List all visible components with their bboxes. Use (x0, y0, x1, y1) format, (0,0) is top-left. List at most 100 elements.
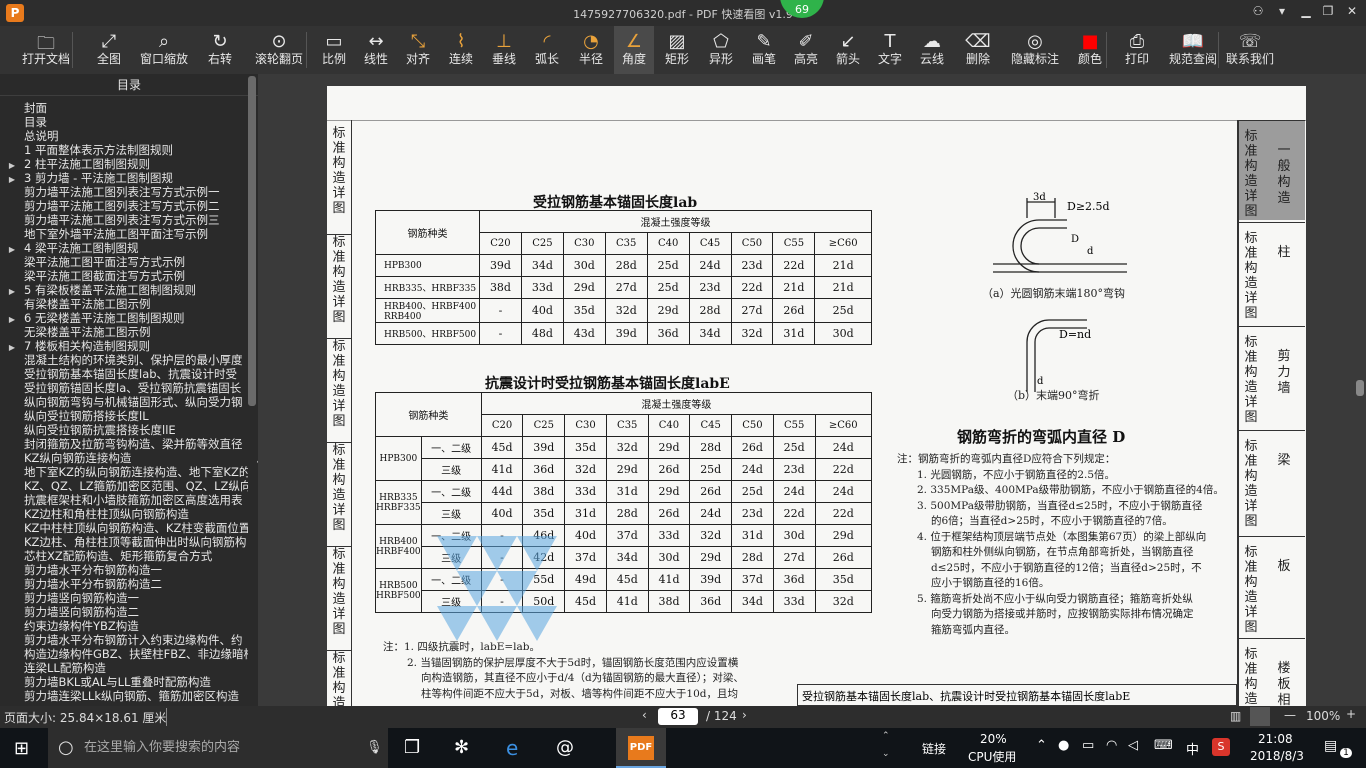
toolbar-button-15[interactable]: ✎ 画笔 (744, 26, 784, 74)
toc-item[interactable]: 芯柱XZ配筋构造、矩形箍筋复合方式 (0, 550, 248, 564)
user-icon[interactable]: ⚇ (1248, 4, 1268, 18)
battery-icon[interactable]: ▭ (1082, 738, 1094, 753)
toc-item[interactable]: 剪力墙水平分布钢筋构造二 (0, 578, 248, 592)
toc-item[interactable]: 梁平法施工图平面注写方式示例 (0, 256, 248, 270)
toc-item[interactable]: KZ中柱柱顶纵向钢筋构造、KZ柱变截面位置 (0, 522, 248, 536)
toolbar-button-23[interactable]: ⎙ 打印 (1114, 26, 1160, 74)
toc-item[interactable]: 总说明 (0, 130, 248, 144)
sidebar-scrollbar[interactable] (248, 76, 256, 406)
toc-item[interactable]: 剪力墙平法施工图列表注写方式示例三 (0, 214, 248, 228)
toolbar-button-1[interactable]: ⤢ 全图 (86, 26, 132, 74)
toc-item[interactable]: 抗震框架柱和小墙肢箍筋加密区高度选用表 (0, 494, 248, 508)
expand-arrow-icon[interactable]: ▶ (0, 313, 24, 326)
toc-item[interactable]: KZ、QZ、LZ箍筋加密区范围、QZ、LZ纵向钢 (0, 480, 248, 494)
expand-arrow-icon[interactable]: ▶ (0, 341, 24, 354)
taskbar-scroll-icon[interactable]: ⌃ ⌄ (882, 732, 890, 759)
toc-item[interactable]: 剪力墙BKL或AL与LL重叠时配筋构造 (0, 676, 248, 690)
restore-button[interactable]: ❐ (1318, 4, 1338, 18)
toc-item[interactable]: 梁平法施工图截面注写方式示例 (0, 270, 248, 284)
toolbar-button-18[interactable]: T 文字 (870, 26, 910, 74)
page-number-input[interactable]: 63 (658, 708, 698, 725)
toc-item[interactable]: 剪力墙竖向钢筋构造一 (0, 592, 248, 606)
minimize-button[interactable]: ▁ (1296, 4, 1316, 18)
toolbar-button-25[interactable]: ☏ 联系我们 (1226, 26, 1274, 74)
toc-item[interactable]: 1 平面整体表示方法制图规则 (0, 144, 248, 158)
continuous-view-icon[interactable] (1250, 707, 1270, 726)
spiral-app-icon[interactable]: @ (556, 737, 574, 758)
toolbar-button-9[interactable]: ⊥ 垂线 (484, 26, 524, 74)
toolbar-button-4[interactable]: ⊙ 滚轮翻页 (246, 26, 312, 74)
toolbar-button-8[interactable]: ⌇ 连续 (440, 26, 482, 74)
toolbar-button-3[interactable]: ↻ 右转 (196, 26, 244, 74)
toc-item[interactable]: 地下室外墙平法施工图平面注写示例 (0, 228, 248, 242)
toolbar-button-19[interactable]: ☁ 云线 (912, 26, 952, 74)
toc-item[interactable]: 受拉钢筋基本锚固长度lab、抗震设计时受 (0, 368, 248, 382)
toolbar-button-11[interactable]: ◔ 半径 (570, 26, 612, 74)
toolbar-button-21[interactable]: ◎ 隐藏标注 (1004, 26, 1066, 74)
toc-item[interactable]: KZ纵向钢筋连接构造 (0, 452, 248, 466)
link-toolbar-label[interactable]: 链接 (922, 740, 946, 757)
toolbar-button-13[interactable]: ▨ 矩形 (656, 26, 698, 74)
toolbar-button-10[interactable]: ◜ 弧长 (526, 26, 568, 74)
toc-item[interactable]: 纵向受拉钢筋抗震搭接长度llE (0, 424, 248, 438)
next-page-button[interactable]: › (742, 708, 747, 722)
toc-item[interactable]: ▶ 7 楼板相关构造制图规则 (0, 340, 248, 354)
edge-browser-icon[interactable]: e (506, 736, 518, 760)
menu-dropdown-icon[interactable]: ▾ (1272, 4, 1292, 18)
toc-item[interactable]: 连梁LL配筋构造 (0, 662, 248, 676)
expand-arrow-icon[interactable]: ▶ (0, 243, 24, 256)
expand-arrow-icon[interactable]: ▶ (0, 159, 24, 172)
toc-item[interactable]: 剪力墙平法施工图列表注写方式示例一 (0, 186, 248, 200)
toc-item[interactable]: 有梁楼盖平法施工图示例 (0, 298, 248, 312)
toc-item[interactable]: 构造边缘构件GBZ、扶壁柱FBZ、非边缘暗柱 (0, 648, 248, 662)
microphone-icon[interactable]: 🎙 (366, 728, 383, 768)
toolbar-button-20[interactable]: ⌫ 删除 (954, 26, 1002, 74)
toolbar-button-12[interactable]: ∠ 角度 (614, 26, 654, 74)
volume-icon[interactable]: ◁ (1128, 738, 1138, 753)
toc-item[interactable]: 混凝土结构的环境类别、保护层的最小厚度 (0, 354, 248, 368)
toc-item[interactable]: 纵向钢筋弯钩与机械锚固形式、纵向受力钢 (0, 396, 248, 410)
toolbar-button-2[interactable]: ⌕ 窗口缩放 (134, 26, 194, 74)
toc-item[interactable]: KZ边柱和角柱柱顶纵向钢筋构造 (0, 508, 248, 522)
toc-item[interactable]: 剪力墙水平分布钢筋构造一 (0, 564, 248, 578)
wifi-icon[interactable]: ◠ (1106, 738, 1117, 753)
zoom-in-button[interactable]: + (1346, 707, 1356, 721)
toc-item[interactable]: 封闭箍筋及拉筋弯钩构造、梁并筋等效直径 (0, 438, 248, 452)
toc-item[interactable]: 受拉钢筋锚固长度la、受拉钢筋抗震锚固长 (0, 382, 248, 396)
toc-item[interactable]: ▶ 5 有梁板楼盖平法施工图制图规则 (0, 284, 248, 298)
toolbar-button-7[interactable]: ⤡ 对齐 (398, 26, 438, 74)
expand-arrow-icon[interactable]: ▶ (0, 285, 24, 298)
toc-item[interactable]: 地下室KZ的纵向钢筋连接构造、地下室KZ的 (0, 466, 248, 480)
toc-item[interactable]: ▶ 3 剪力墙 - 平法施工图制图规 (0, 172, 248, 186)
toc-item[interactable]: 剪力墙竖向钢筋构造二 (0, 606, 248, 620)
toc-item[interactable]: ▶ 2 柱平法施工图制图规则 (0, 158, 248, 172)
toc-item[interactable]: 目录 (0, 116, 248, 130)
toolbar-button-17[interactable]: ↙ 箭头 (828, 26, 868, 74)
windows-start-icon[interactable]: ⊞ (14, 738, 29, 759)
ime-indicator[interactable]: 中 (1186, 739, 1199, 758)
toolbar-button-16[interactable]: ✐ 高亮 (786, 26, 826, 74)
toolbar-button-6[interactable]: ↔ 线性 (356, 26, 396, 74)
zoom-out-button[interactable]: — (1284, 708, 1296, 722)
task-view-icon[interactable]: ❐ (404, 737, 420, 758)
pinwheel-app-icon[interactable]: ✻ (454, 737, 469, 758)
single-page-icon[interactable]: ▥ (1230, 709, 1241, 723)
keyboard-icon[interactable]: ⌨ (1154, 738, 1173, 753)
toc-item[interactable]: 封面 (0, 102, 248, 116)
toc-item[interactable]: 纵向受拉钢筋搭接长度lL (0, 410, 248, 424)
tray-user-icon[interactable]: ● (1058, 738, 1069, 753)
pdf-app-taskbar-button[interactable]: PDF (616, 728, 666, 768)
toc-item[interactable]: 剪力墙平法施工图列表注写方式示例二 (0, 200, 248, 214)
toolbar-button-24[interactable]: 📖 规范查阅 (1162, 26, 1224, 74)
toolbar-button-5[interactable]: ▭ 比例 (314, 26, 354, 74)
toc-item[interactable]: KZ边柱、角柱柱顶等截面伸出时纵向钢筋构 (0, 536, 248, 550)
tray-expand-icon[interactable]: ⌃ (1036, 738, 1047, 753)
toc-item[interactable]: ▶ 4 梁平法施工图制图规 (0, 242, 248, 256)
taskbar-search[interactable]: ○ 在这里输入你要搜索的内容 🎙 (48, 728, 388, 768)
expand-arrow-icon[interactable]: ▶ (0, 173, 24, 186)
toc-item[interactable]: ▶ 6 无梁楼盖平法施工图制图规则 (0, 312, 248, 326)
toc-item[interactable]: 剪力墙连梁LLk纵向钢筋、箍筋加密区构造 (0, 690, 248, 704)
toc-item[interactable]: 无梁楼盖平法施工图示例 (0, 326, 248, 340)
toolbar-button-14[interactable]: ⬠ 异形 (700, 26, 742, 74)
sogou-ime-icon[interactable]: S (1212, 738, 1230, 756)
